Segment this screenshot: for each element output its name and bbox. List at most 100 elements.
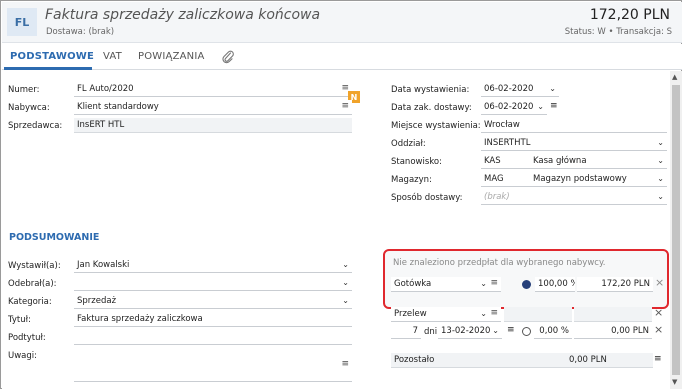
odebral-label: Odebrał(a):	[8, 279, 57, 289]
sprzedawca-label: Sprzedawca:	[8, 121, 63, 131]
payment2-percent-field[interactable]: 0,00 %	[534, 324, 572, 339]
document-subtitle: Dostawa: (brak)	[46, 27, 115, 37]
document-type-badge: FL	[7, 8, 37, 36]
chevron-down-icon[interactable]: ⌄	[342, 278, 349, 287]
payment-amount-field[interactable]: 172,20 PLN	[577, 277, 653, 292]
wystawil-value: Jan Kowalski	[77, 260, 130, 270]
data-wystawienia-field[interactable]: 06-02-2020 ⌄	[481, 82, 559, 97]
menu-lines-icon[interactable]: ≡	[490, 308, 498, 318]
kategoria-field[interactable]: Sprzedaż ⌄	[74, 294, 352, 309]
payment2-amount-value: 0,00 PLN	[611, 326, 649, 336]
menu-lines-icon[interactable]: ≡	[490, 278, 498, 288]
miejsce-label: Miejsce wystawienia:	[391, 121, 481, 131]
data-wystawienia-value: 06-02-2020	[484, 84, 534, 94]
stanowisko-field[interactable]: KAS Kasa główna ⌄	[481, 154, 667, 169]
payment2-method-value: Przelew	[394, 309, 427, 319]
kategoria-label: Kategoria:	[8, 297, 52, 307]
podtytul-label: Podtytuł:	[8, 333, 46, 343]
chevron-down-icon[interactable]: ⌄	[480, 309, 487, 318]
stanowisko-label: Stanowisko:	[391, 157, 442, 167]
tab-powiazania[interactable]: POWIĄZANIA	[138, 51, 205, 62]
magazyn-code: MAG	[484, 174, 504, 184]
payment-method-select[interactable]: Gotówka ⌄ ≡	[391, 277, 501, 292]
sposob-dostawy-field[interactable]: (brak) ⌄	[481, 190, 667, 205]
chevron-down-icon[interactable]: ⌄	[537, 102, 544, 111]
scroll-down-icon[interactable]: ▼	[672, 378, 677, 386]
close-icon[interactable]: ×	[654, 306, 663, 319]
tab-content: Numer: FL Auto/2020 ≡ N Nabywca: Klient …	[2, 71, 670, 389]
tytul-field[interactable]: Faktura sprzedaży zaliczkowa	[74, 312, 352, 327]
data-wystawienia-label: Data wystawienia:	[391, 85, 470, 95]
numer-field[interactable]: FL Auto/2020 ≡	[74, 82, 352, 97]
menu-lines-icon[interactable]: ≡	[507, 325, 515, 335]
chevron-down-icon[interactable]: ⌄	[480, 279, 487, 288]
tab-bar: PODSTAWOWE VAT POWIĄZANIA	[2, 44, 682, 70]
uwagi-label: Uwagi:	[8, 351, 38, 361]
document-window: FL Faktura sprzedaży zaliczkowa końcowa …	[0, 0, 682, 389]
payment-amount-value: 172,20 PLN	[601, 279, 650, 289]
oddzial-label: Oddział:	[391, 139, 426, 149]
payment2-date-field[interactable]: 13-02-2020 ⌄	[438, 324, 502, 339]
payment-method-value: Gotówka	[394, 279, 432, 289]
uwagi-textarea[interactable]: ≡	[74, 348, 352, 382]
paperclip-icon[interactable]	[222, 50, 234, 64]
document-header: FL Faktura sprzedaży zaliczkowa końcowa …	[2, 2, 682, 43]
tytul-label: Tytuł:	[8, 315, 31, 325]
percent-radio[interactable]	[522, 327, 531, 336]
stanowisko-name: Kasa główna	[533, 156, 587, 166]
chevron-down-icon[interactable]: ⌄	[549, 84, 556, 93]
payment-percent-field[interactable]: 100,00 %	[535, 277, 575, 292]
chevron-down-icon[interactable]: ⌄	[657, 174, 664, 183]
payment2-days-value: 7	[412, 326, 418, 336]
podtytul-field[interactable]	[74, 330, 352, 345]
magazyn-label: Magazyn:	[391, 175, 432, 185]
payment2-amount-field[interactable]: 0,00 PLN	[574, 324, 652, 339]
magazyn-name: Magazyn podstawowy	[533, 174, 627, 184]
wystawil-label: Wystawił(a):	[8, 261, 61, 271]
tab-vat[interactable]: VAT	[103, 51, 122, 62]
close-icon[interactable]: ×	[655, 276, 664, 289]
odebral-field[interactable]: ⌄	[74, 276, 352, 291]
percent-radio-selected[interactable]	[522, 280, 531, 289]
numer-value: FL Auto/2020	[77, 84, 134, 94]
chevron-down-icon[interactable]: ⌄	[657, 138, 664, 147]
menu-lines-icon[interactable]: ≡	[654, 354, 662, 364]
chevron-down-icon[interactable]: ⌄	[657, 192, 664, 201]
close-icon[interactable]: ×	[654, 323, 663, 336]
scrollbar-thumb[interactable]	[672, 85, 680, 375]
stanowisko-code: KAS	[484, 156, 501, 166]
magazyn-field[interactable]: MAG Magazyn podstawowy ⌄	[481, 172, 667, 187]
scroll-up-icon[interactable]: ▲	[672, 73, 677, 81]
data-dostawy-field[interactable]: 06-02-2020 ⌄	[481, 100, 547, 115]
menu-lines-icon[interactable]: ≡	[341, 101, 349, 111]
sprzedawca-value: InsERT HTL	[77, 120, 125, 130]
menu-lines-icon[interactable]: ≡	[341, 359, 349, 369]
document-total-amount: 172,20 PLN	[589, 7, 670, 23]
chevron-down-icon[interactable]: ⌄	[492, 326, 499, 335]
oddzial-field[interactable]: INSERTHTL ⌄	[481, 136, 667, 151]
document-status: Status: W • Transakcja: S	[564, 27, 672, 37]
oddzial-value: INSERTHTL	[484, 138, 531, 148]
document-title: Faktura sprzedaży zaliczkowa końcowa	[45, 7, 321, 23]
sposob-dostawy-placeholder: (brak)	[484, 192, 510, 202]
tab-podstawowe[interactable]: PODSTAWOWE	[10, 51, 94, 62]
tytul-value: Faktura sprzedaży zaliczkowa	[77, 314, 203, 324]
pozostalo-row: Pozostało 0,00 PLN	[391, 353, 653, 368]
podsumowanie-heading: PODSUMOWANIE	[9, 232, 100, 243]
payment2-method-select[interactable]: Przelew ⌄ ≡	[391, 307, 501, 322]
menu-lines-icon[interactable]: ≡	[550, 101, 558, 111]
pozostalo-value: 0,00 PLN	[569, 355, 607, 365]
nabywca-field[interactable]: Klient standardowy ≡	[74, 100, 352, 115]
miejsce-value: Wrocław	[484, 120, 520, 130]
sposob-dostawy-label: Sposób dostawy:	[391, 193, 463, 203]
chevron-down-icon[interactable]: ⌄	[342, 260, 349, 269]
sprzedawca-field: InsERT HTL	[74, 118, 352, 133]
wystawil-field[interactable]: Jan Kowalski ⌄	[74, 258, 352, 273]
chevron-down-icon[interactable]: ⌄	[342, 296, 349, 305]
payment2-days-field[interactable]: 7	[391, 324, 421, 339]
kategoria-value: Sprzedaż	[77, 296, 117, 306]
miejsce-field[interactable]: Wrocław	[481, 118, 667, 133]
data-dostawy-value: 06-02-2020	[484, 102, 534, 112]
vertical-scrollbar[interactable]: ▲ ▼	[670, 71, 682, 389]
chevron-down-icon[interactable]: ⌄	[657, 156, 664, 165]
